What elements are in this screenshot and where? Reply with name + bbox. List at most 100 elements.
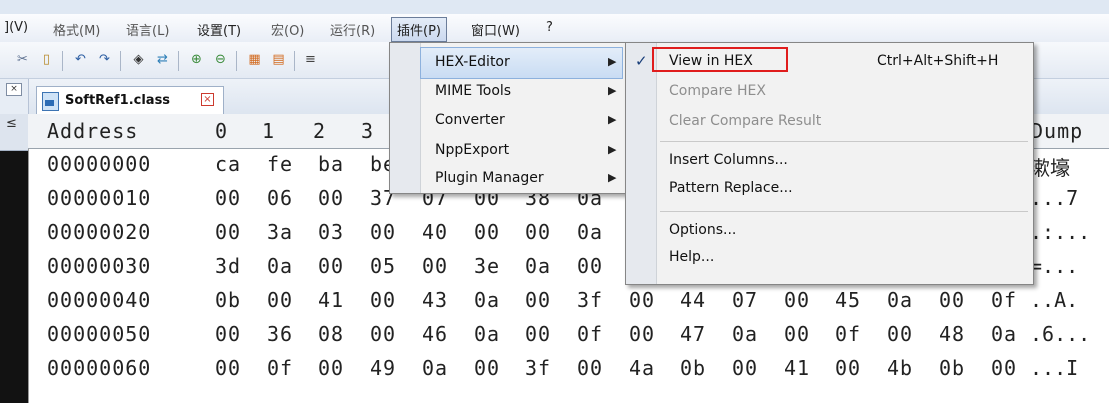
hex-byte-cell[interactable]: 00 bbox=[318, 356, 344, 380]
hex-byte-cell[interactable]: 00 bbox=[474, 356, 500, 380]
close-tab-icon[interactable]: × bbox=[201, 93, 214, 106]
hex-byte-cell[interactable]: 48 bbox=[939, 322, 965, 346]
hex-byte-cell[interactable]: 46 bbox=[422, 322, 448, 346]
hex-byte-cell[interactable]: 0a bbox=[267, 254, 293, 278]
menu-item-nppexport[interactable]: NppExport ▶ bbox=[421, 136, 624, 166]
hex-byte-cell[interactable]: 00 bbox=[784, 322, 810, 346]
hex-byte-cell[interactable]: fe bbox=[267, 152, 293, 176]
menu-item-insert-columns[interactable]: Insert Columns... bbox=[657, 147, 1031, 175]
hex-byte-cell[interactable]: 03 bbox=[318, 220, 344, 244]
hex-byte-cell[interactable]: 00 bbox=[215, 322, 241, 346]
wrap-icon[interactable]: ≡ bbox=[302, 52, 319, 68]
hex-byte-cell[interactable]: 0f bbox=[835, 322, 861, 346]
hex-byte-cell[interactable]: 0a bbox=[887, 288, 913, 312]
hex-byte-cell[interactable]: 43 bbox=[422, 288, 448, 312]
hex-byte-cell[interactable]: 0a bbox=[422, 356, 448, 380]
menu-item-help[interactable]: Help... bbox=[657, 244, 1031, 272]
hex-byte-cell[interactable]: 40 bbox=[422, 220, 448, 244]
panel-close-icon[interactable]: × bbox=[6, 83, 22, 96]
sync-v-icon[interactable]: ▦ bbox=[246, 52, 263, 68]
hex-byte-cell[interactable]: 00 bbox=[474, 220, 500, 244]
hex-byte-cell[interactable]: 0b bbox=[680, 356, 706, 380]
menu-item-plugin-manager[interactable]: Plugin Manager ▶ bbox=[421, 164, 624, 194]
hex-byte-cell[interactable]: 44 bbox=[680, 288, 706, 312]
hex-byte-cell[interactable]: 07 bbox=[732, 288, 758, 312]
hex-byte-cell[interactable]: 0a bbox=[474, 322, 500, 346]
cut-icon[interactable]: ✂ bbox=[14, 52, 31, 68]
hex-byte-cell[interactable]: 00 bbox=[318, 254, 344, 278]
menu-language[interactable]: 语言(L) bbox=[126, 20, 169, 39]
menu-format[interactable]: 格式(M) bbox=[53, 20, 100, 39]
replace-icon[interactable]: ⇄ bbox=[154, 52, 171, 68]
menu-plugins[interactable]: 插件(P) bbox=[391, 17, 447, 42]
hex-byte-cell[interactable]: 06 bbox=[267, 186, 293, 210]
hex-byte-cell[interactable]: 3e bbox=[474, 254, 500, 278]
hex-byte-cell[interactable]: 0a bbox=[525, 254, 551, 278]
undo-icon[interactable]: ↶ bbox=[72, 52, 89, 68]
file-tab[interactable]: SoftRef1.class × bbox=[36, 86, 224, 115]
menu-help[interactable]: ? bbox=[546, 20, 553, 35]
hex-byte-cell[interactable]: 49 bbox=[370, 356, 396, 380]
find-icon[interactable]: ◈ bbox=[130, 52, 147, 68]
menu-item-converter[interactable]: Converter ▶ bbox=[421, 106, 624, 136]
hex-byte-cell[interactable]: 4a bbox=[629, 356, 655, 380]
hex-byte-cell[interactable]: 00 bbox=[577, 356, 603, 380]
hex-byte-cell[interactable]: 00 bbox=[525, 288, 551, 312]
menu-item-hex-editor[interactable]: HEX-Editor ▶ bbox=[420, 47, 623, 79]
zoom-out-icon[interactable]: ⊖ bbox=[212, 52, 229, 68]
hex-byte-cell[interactable]: 08 bbox=[318, 322, 344, 346]
hex-byte-cell[interactable]: 0a bbox=[577, 220, 603, 244]
hex-byte-cell[interactable]: 0a bbox=[732, 322, 758, 346]
hex-byte-cell[interactable]: 0f bbox=[267, 356, 293, 380]
hex-byte-cell[interactable]: 00 bbox=[215, 356, 241, 380]
hex-byte-cell[interactable]: 00 bbox=[370, 220, 396, 244]
hex-byte-cell[interactable]: 00 bbox=[939, 288, 965, 312]
hex-byte-cell[interactable]: 3f bbox=[525, 356, 551, 380]
hex-byte-cell[interactable]: 00 bbox=[835, 356, 861, 380]
menu-item-clear-compare[interactable]: Clear Compare Result bbox=[657, 108, 1031, 136]
hex-byte-cell[interactable]: 3f bbox=[577, 288, 603, 312]
menu-item-mime-tools[interactable]: MIME Tools ▶ bbox=[421, 77, 624, 107]
hex-byte-cell[interactable]: 05 bbox=[370, 254, 396, 278]
menu-window[interactable]: 窗口(W) bbox=[471, 20, 520, 39]
hex-byte-cell[interactable]: 00 bbox=[318, 186, 344, 210]
hex-byte-cell[interactable]: 4b bbox=[887, 356, 913, 380]
hex-byte-cell[interactable]: 00 bbox=[525, 322, 551, 346]
menu-macro[interactable]: 宏(O) bbox=[271, 20, 304, 39]
hex-byte-cell[interactable]: ba bbox=[318, 152, 344, 176]
menu-item-compare-hex[interactable]: Compare HEX bbox=[657, 78, 1031, 106]
zoom-in-icon[interactable]: ⊕ bbox=[188, 52, 205, 68]
hex-byte-cell[interactable]: 0b bbox=[215, 288, 241, 312]
menu-item-options[interactable]: Options... bbox=[657, 217, 1031, 245]
hex-byte-cell[interactable]: 45 bbox=[835, 288, 861, 312]
menu-view[interactable]: ](V) bbox=[4, 20, 28, 35]
menu-run[interactable]: 运行(R) bbox=[330, 20, 375, 39]
hex-byte-cell[interactable]: 00 bbox=[215, 220, 241, 244]
sync-h-icon[interactable]: ▤ bbox=[270, 52, 287, 68]
hex-byte-cell[interactable]: 00 bbox=[577, 254, 603, 278]
hex-byte-cell[interactable]: 41 bbox=[784, 356, 810, 380]
hex-byte-cell[interactable]: 00 bbox=[422, 254, 448, 278]
hex-byte-cell[interactable]: 00 bbox=[629, 288, 655, 312]
hex-byte-cell[interactable]: 0f bbox=[991, 288, 1017, 312]
hex-byte-cell[interactable]: 0a bbox=[474, 288, 500, 312]
hex-byte-cell[interactable]: 00 bbox=[215, 186, 241, 210]
hex-byte-cell[interactable]: 3d bbox=[215, 254, 241, 278]
hex-byte-cell[interactable]: 00 bbox=[370, 288, 396, 312]
hex-byte-cell[interactable]: 0a bbox=[991, 322, 1017, 346]
hex-byte-cell[interactable]: 00 bbox=[732, 356, 758, 380]
hex-byte-cell[interactable]: ca bbox=[215, 152, 241, 176]
hex-byte-cell[interactable]: 00 bbox=[629, 322, 655, 346]
hex-byte-cell[interactable]: 00 bbox=[525, 220, 551, 244]
hex-byte-cell[interactable]: 0b bbox=[939, 356, 965, 380]
hex-byte-cell[interactable]: 00 bbox=[267, 288, 293, 312]
redo-icon[interactable]: ↷ bbox=[96, 52, 113, 68]
hex-byte-cell[interactable]: 3a bbox=[267, 220, 293, 244]
menu-settings[interactable]: 设置(T) bbox=[197, 20, 241, 39]
hex-byte-cell[interactable]: 00 bbox=[784, 288, 810, 312]
hex-byte-cell[interactable]: 0f bbox=[577, 322, 603, 346]
hex-byte-cell[interactable]: 00 bbox=[887, 322, 913, 346]
menu-item-pattern-replace[interactable]: Pattern Replace... bbox=[657, 175, 1031, 203]
hex-byte-cell[interactable]: 41 bbox=[318, 288, 344, 312]
hex-byte-cell[interactable]: 47 bbox=[680, 322, 706, 346]
